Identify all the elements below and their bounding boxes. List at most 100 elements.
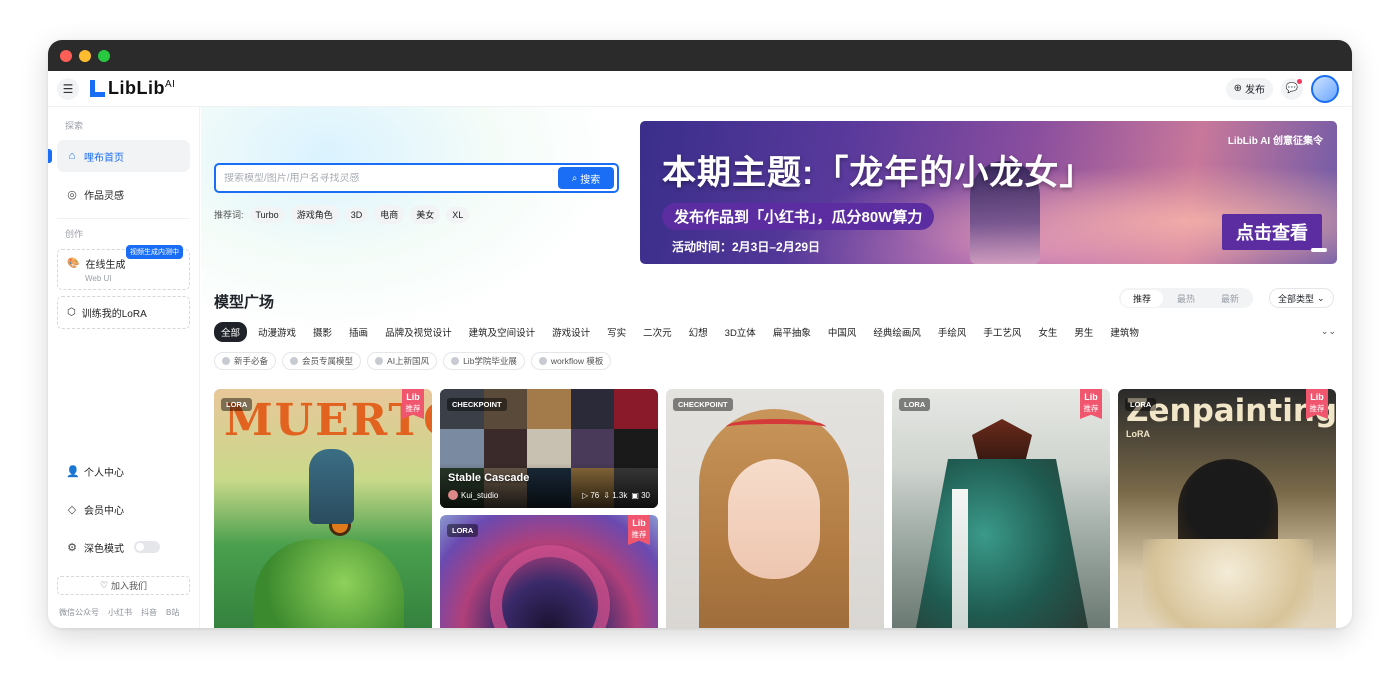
category-tab[interactable]: 手工艺风: [983, 325, 1021, 339]
model-card[interactable]: CHECKPOINT: [666, 389, 884, 628]
search-input[interactable]: [216, 172, 558, 184]
footer-links: 微信公众号 小红书 抖音 B站: [48, 607, 199, 618]
sort-tab-hottest[interactable]: 最热: [1165, 290, 1207, 307]
sidebar-item-home[interactable]: ⌂ 哩布首页: [57, 140, 190, 172]
chevron-down-icon: ⌄: [1317, 292, 1325, 303]
category-tab[interactable]: 动漫游戏: [258, 325, 296, 339]
recommend-ribbon: Lib 推荐: [1306, 389, 1328, 419]
logo-mark-icon: [90, 80, 105, 97]
maximize-window-dot[interactable]: [98, 49, 110, 62]
dark-mode-toggle[interactable]: [134, 541, 160, 553]
type-dropdown[interactable]: 全部类型 ⌄: [1269, 288, 1334, 308]
footer-link-douyin[interactable]: 抖音: [141, 607, 157, 618]
publish-button[interactable]: ⊕ 发布: [1225, 77, 1273, 100]
banner-brand: LibLib AI 创意征集令: [1227, 136, 1323, 147]
sidebar-item-personal[interactable]: 👤 个人中心: [57, 455, 190, 487]
card-artwork-title: MUERTO: [224, 395, 432, 446]
online-generate-card[interactable]: 视频生成内测中 🎨 在线生成 Web UI: [57, 245, 190, 290]
subtag-chip[interactable]: Lib学院毕业展: [443, 352, 525, 370]
card-artwork-ring: [490, 545, 610, 628]
category-tab[interactable]: 经典绘画风: [873, 325, 921, 339]
category-tab[interactable]: 建筑物: [1110, 325, 1139, 339]
close-window-dot[interactable]: [60, 49, 72, 62]
card-gradient-overlay: [440, 463, 658, 508]
palette-icon: 🎨: [67, 258, 80, 269]
subtag-chip[interactable]: 会员专属模型: [282, 352, 362, 370]
hot-word-chip[interactable]: XL: [446, 206, 470, 223]
category-tab[interactable]: 游戏设计: [552, 325, 590, 339]
category-tab[interactable]: 女生: [1038, 325, 1057, 339]
recommend-ribbon-bottom: 推荐: [1083, 404, 1099, 413]
footer-link-wechat[interactable]: 微信公众号: [59, 607, 99, 618]
recommend-ribbon-bottom: 推荐: [405, 404, 421, 413]
banner-subline: 发布作品到「小红书」，瓜分80W算力: [662, 203, 935, 230]
subtag-chip[interactable]: AI上新国风: [367, 352, 438, 370]
sidebar-item-member[interactable]: ◇ 会员中心: [57, 493, 190, 525]
join-us-button[interactable]: ♡ 加入我们: [57, 576, 190, 595]
search-button[interactable]: ⌕ 搜索: [558, 167, 614, 189]
tag-icon: [290, 357, 299, 365]
sidebar: 探索 ⌂ 哩布首页 ◎ 作品灵感 创作 视频生成内测中 🎨 在线生成 Web U…: [48, 107, 200, 628]
recommend-ribbon-top: Lib: [1084, 392, 1098, 402]
expand-categories-icon[interactable]: ⌄⌄: [1321, 326, 1336, 337]
sort-tab-recommended[interactable]: 推荐: [1121, 289, 1164, 307]
promo-banner[interactable]: LibLib AI 创意征集令 本期主题:「龙年的小龙女」 发布作品到「小红书」…: [640, 121, 1337, 264]
model-type-badge: LORA: [1125, 398, 1157, 411]
recommend-ribbon-top: Lib: [406, 392, 420, 402]
online-generate-sub: Web UI: [85, 274, 112, 283]
category-tab[interactable]: 3D立体: [725, 325, 756, 339]
model-card[interactable]: CHECKPOINT Stable Cascade Kui_studio ▷ 7…: [440, 389, 658, 508]
sidebar-item-inspiration[interactable]: ◎ 作品灵感: [57, 178, 190, 210]
publish-label: 发布: [1245, 85, 1265, 96]
card-artwork-mountain: [912, 459, 1092, 628]
category-tab[interactable]: 建筑及空间设计: [469, 325, 536, 339]
home-icon: ⌂: [68, 150, 76, 162]
category-tab[interactable]: 全部: [214, 322, 248, 342]
sidebar-item-dark-mode[interactable]: ⚙ 深色模式: [57, 531, 190, 563]
liblib-logo[interactable]: LibLibAI: [90, 78, 175, 99]
category-tab[interactable]: 男生: [1074, 325, 1093, 339]
messages-button[interactable]: 💬: [1281, 77, 1303, 100]
hot-word-chip[interactable]: 美女: [410, 205, 441, 224]
user-avatar[interactable]: [1311, 74, 1339, 103]
category-tab[interactable]: 扁平抽象: [773, 325, 811, 339]
category-tab[interactable]: 手绘风: [938, 325, 967, 339]
banner-cta-button[interactable]: 点击查看: [1222, 214, 1322, 250]
category-tab[interactable]: 幻想: [689, 325, 708, 339]
hamburger-menu-icon[interactable]: ☰: [57, 77, 79, 100]
hot-word-chip[interactable]: Turbo: [249, 206, 285, 223]
author-name: Kui_studio: [461, 490, 499, 500]
video-beta-tag: 视频生成内测中: [126, 245, 183, 259]
card-stats: ▷ 76 ⇩ 1.3k ▣ 30: [582, 491, 650, 500]
minimize-window-dot[interactable]: [79, 49, 91, 62]
category-tab[interactable]: 写实: [607, 325, 626, 339]
category-tab[interactable]: 二次元: [643, 325, 672, 339]
category-tab[interactable]: 品牌及视觉设计: [385, 325, 452, 339]
category-tab[interactable]: 摄影: [313, 325, 332, 339]
sidebar-section-create: 创作: [65, 229, 84, 239]
tag-icon: [538, 357, 547, 365]
train-lora-card[interactable]: ⬡ 训练我的LoRA: [57, 296, 190, 329]
card-author[interactable]: Kui_studio: [448, 490, 498, 500]
model-card[interactable]: Zenpainting LoRA LORA Lib 推荐: [1118, 389, 1336, 628]
hot-word-chip[interactable]: 游戏角色: [290, 205, 339, 224]
hot-word-chip[interactable]: 电商: [374, 205, 405, 224]
category-tabs: 全部 动漫游戏 摄影 插画 品牌及视觉设计 建筑及空间设计 游戏设计 写实 二次…: [214, 322, 1139, 342]
sidebar-item-label: 深色模式: [84, 543, 124, 555]
model-card[interactable]: LORA Lib 推荐: [892, 389, 1110, 628]
subtag-chip[interactable]: 新手必备: [214, 352, 277, 370]
footer-link-bilibili[interactable]: B站: [166, 607, 179, 618]
model-card[interactable]: LORA Lib 推荐: [440, 515, 658, 628]
sort-tab-newest[interactable]: 最新: [1209, 290, 1251, 307]
subtag-chip[interactable]: workflow 模板: [530, 352, 612, 370]
card-artwork-pavilion: [972, 419, 1032, 459]
subtag-label: workflow 模板: [550, 356, 604, 366]
search-bar: ⌕ 搜索: [214, 163, 619, 193]
footer-link-xiaohongshu[interactable]: 小红书: [108, 607, 132, 618]
category-tab[interactable]: 中国风: [828, 325, 857, 339]
model-card[interactable]: MUERTO LORA Lib 推荐: [214, 389, 432, 628]
carousel-indicator[interactable]: [1311, 248, 1327, 252]
category-tab[interactable]: 插画: [349, 325, 368, 339]
sidebar-item-label: 会员中心: [84, 505, 124, 517]
hot-word-chip[interactable]: 3D: [344, 206, 369, 223]
